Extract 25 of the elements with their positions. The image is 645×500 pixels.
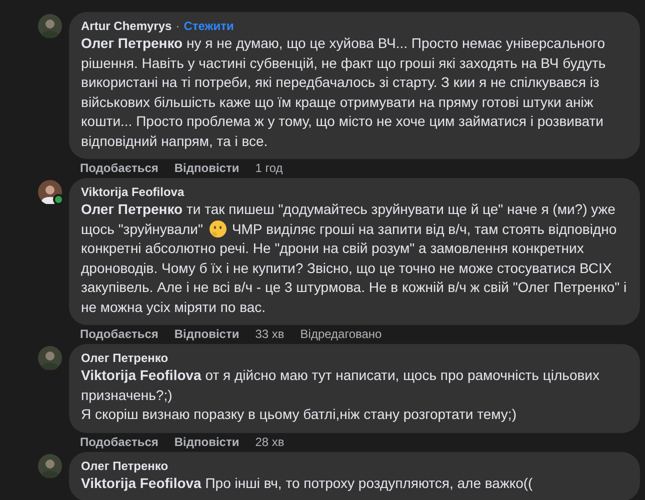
comment-text: ЧМР виділяє гроші на запити від в/ч, там стоять відповідно <box>232 220 617 239</box>
separator-dot: · <box>176 18 180 34</box>
comment-author[interactable]: Viktorija Feofilova <box>81 184 184 200</box>
comment-author[interactable]: Олег Петренко <box>81 350 168 366</box>
like-link[interactable]: Подобається <box>80 434 158 448</box>
comment-text: Viktorija Feofilova Про інші вч, то потроху роздупляются, але важко(( <box>81 474 534 493</box>
comment-author[interactable]: Artur Chemyrys <box>81 18 172 34</box>
edited-label: Відредаговано <box>300 327 382 341</box>
follow-link[interactable]: Стежити <box>184 18 234 34</box>
comment-text: Я скоріш визнаю поразку в цьому батлі,ніж стану розгортати тему;) <box>81 405 518 424</box>
thinking-emoji-icon <box>208 220 227 238</box>
comment-author[interactable]: Олег Петренко <box>81 458 168 474</box>
reply-link[interactable]: Відповісти <box>174 327 240 341</box>
comment-time: 1 год <box>255 161 283 175</box>
reply-link[interactable]: Відповісти <box>174 434 240 448</box>
like-link[interactable]: Подобається <box>80 161 158 175</box>
comment-text: конкретні абсолютно речі. Не "дрони на свій розум" а замовлення конкретних дроноводів. Чому б їх і не купити? Звісно, що це точно не може стосуватися ВСІХ закупівель. Але і не всі в/ч - це 3 штурмова. Не в кожній в/ч ж свій "Олег Петренко" і не можна усіх міряти по вас. <box>81 239 628 317</box>
reply-link[interactable]: Відповісти <box>174 161 240 175</box>
comment-text: Олег Петренко ти так пишеш "додумайтесь зруйнувати ще й це" наче я (ми?) уже <box>81 200 616 219</box>
comment-text: Viktorija Feofilova от я дійсно маю тут написати, щось про рамочність цільових призначень?;) <box>81 366 600 405</box>
comment-time: 33 хв <box>255 327 284 341</box>
like-link[interactable]: Подобається <box>80 327 158 341</box>
comment-text: щось "зруйнували" <box>81 220 203 239</box>
comment-text: Олег Петренко ну я не думаю, що це хуйова ВЧ... Просто немає універсального рішення. Навіть у частині субвенцій, не факт що гроші які заходять на ВЧ будуть використані на ті потреби, які передбачалось зі старту. З кии я не спілкувався із військових більшість каже що їм краще отримувати на пряму готові штуки аніж кошти... Просто проблема ж у тому, що місто не хоче цим займатися і розвивати відповідний напрям, та і все. <box>81 34 607 151</box>
comment-time: 28 хв <box>255 434 284 448</box>
